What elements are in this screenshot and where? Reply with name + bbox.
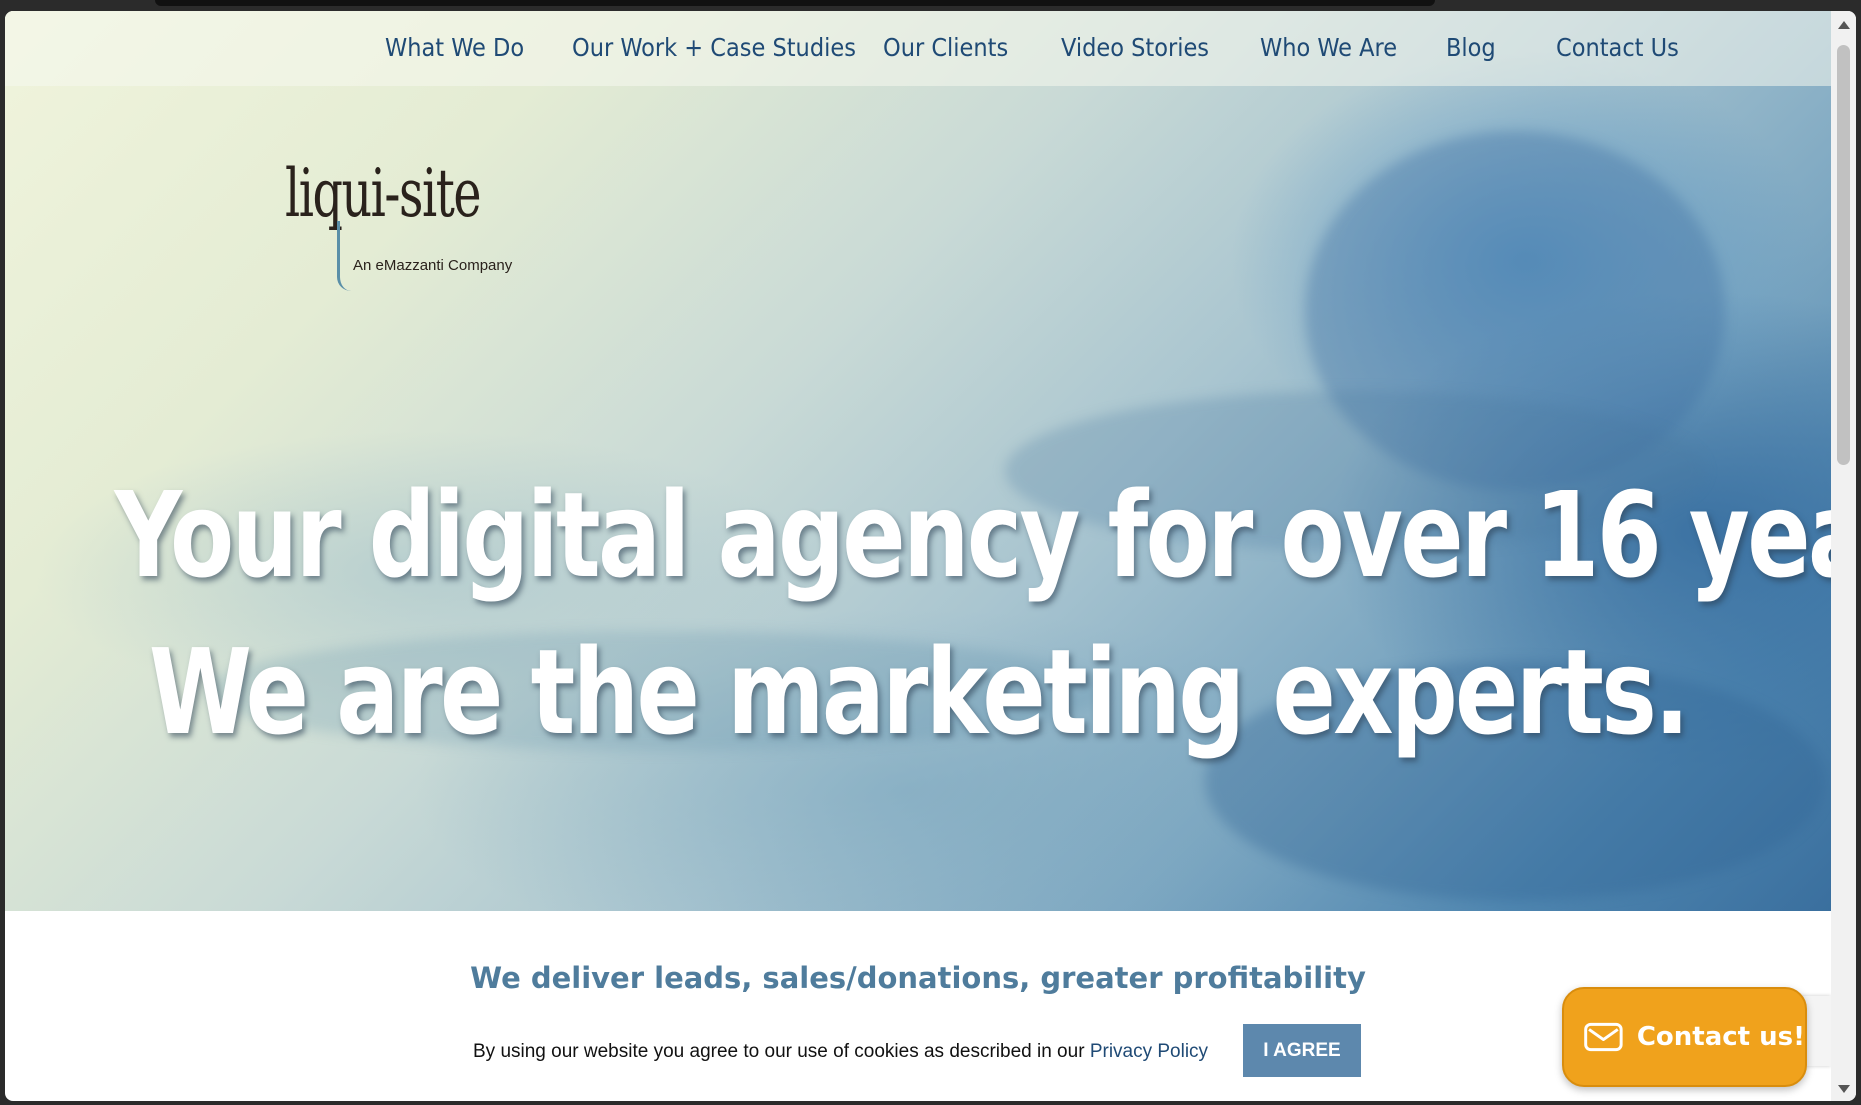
nav-item-video-stories[interactable]: Video Stories [1061,33,1209,62]
cookie-notice-text: By using our website you agree to our us… [473,1041,1085,1062]
envelope-icon [1584,1022,1623,1052]
logo-swash [337,221,354,291]
contact-widget-button[interactable]: Contact us! [1562,987,1807,1087]
hero-headline-line1: Your digital agency for over 16 years [114,466,1831,604]
cookie-notice: By using our website you agree to our us… [473,1041,1208,1063]
nav-item-contact-us[interactable]: Contact Us [1556,33,1679,62]
logo[interactable]: liqui-site An eMazzanti Company [285,161,515,291]
nav-item-blog[interactable]: Blog [1446,33,1496,62]
contact-widget-label: Contact us! [1636,1022,1805,1052]
tagline: We deliver leads, sales/donations, great… [470,961,1366,995]
hero-headline-line2: We are the marketing experts. [148,623,1690,761]
nav-item-who-we-are[interactable]: Who We Are [1260,33,1397,62]
logo-wordmark: liqui-site [285,155,482,232]
scroll-up-icon[interactable] [1838,21,1850,29]
scroll-down-icon[interactable] [1838,1085,1850,1093]
scrollbar[interactable] [1831,11,1856,1101]
privacy-policy-link[interactable]: Privacy Policy [1090,1041,1208,1062]
browser-top-strip [155,0,1435,6]
hero-banner: liqui-site An eMazzanti Company Your dig… [5,11,1831,911]
nav-item-what-we-do[interactable]: What We Do [385,33,524,62]
logo-subtitle: An eMazzanti Company [353,257,513,274]
browser-viewport: liqui-site An eMazzanti Company Your dig… [5,11,1856,1101]
nav-item-our-work[interactable]: Our Work + Case Studies [572,33,856,62]
main-navigation: What We Do Our Work + Case Studies Our C… [5,11,1831,86]
cookie-agree-button[interactable]: I AGREE [1243,1024,1361,1077]
nav-item-our-clients[interactable]: Our Clients [883,33,1008,62]
scrollbar-thumb[interactable] [1837,45,1850,465]
